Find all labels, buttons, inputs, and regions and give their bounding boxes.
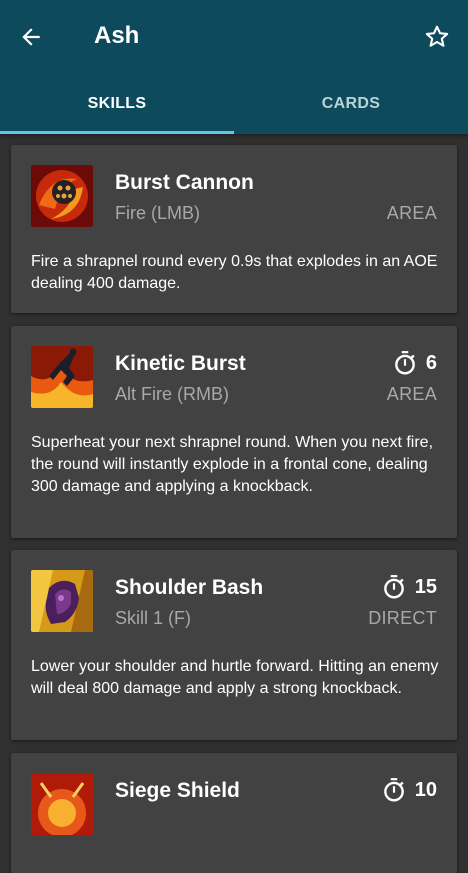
tab-skills[interactable]: SKILLS (0, 86, 234, 132)
skill-card-shoulder-bash[interactable]: Shoulder Bash 15 Skill 1 (F) DIRECT Lowe… (11, 550, 457, 740)
stopwatch-icon (395, 351, 415, 375)
app-bar: Ash SKILLS CARDS (0, 0, 468, 134)
back-button[interactable] (14, 20, 48, 54)
skill-keybind: Skill 1 (F) (115, 608, 191, 628)
cooldown-value: 15 (414, 575, 437, 598)
stopwatch-icon (383, 778, 404, 802)
skill-name: Shoulder Bash (115, 576, 264, 599)
skill-keybind: Fire (LMB) (115, 203, 200, 223)
skill-keybind: Alt Fire (RMB) (115, 384, 229, 404)
shoulder-bash-icon (31, 570, 93, 632)
cooldown: 10 (381, 777, 437, 803)
skill-name: Burst Cannon (115, 171, 254, 194)
favorite-button[interactable] (420, 20, 454, 54)
skill-card-burst-cannon[interactable]: Burst Cannon Fire (LMB) AREA Fire a shra… (11, 145, 457, 313)
star-outline-icon (425, 25, 449, 47)
cooldown: 15 (381, 574, 437, 600)
skill-name: Siege Shield (115, 779, 240, 802)
tab-cards[interactable]: CARDS (234, 86, 468, 132)
burst-cannon-icon (31, 165, 93, 227)
cooldown-value: 6 (425, 351, 437, 374)
siege-shield-icon (31, 773, 93, 835)
cooldown: 6 (392, 350, 437, 376)
skill-card-kinetic-burst[interactable]: Kinetic Burst 6 Alt Fire (RMB) AREA Supe… (11, 326, 457, 538)
skill-description: Lower your shoulder and hurtle forward. … (31, 658, 439, 697)
skill-description: Fire a shrapnel round every 0.9s that ex… (31, 253, 438, 292)
skill-description: Superheat your next shrapnel round. When… (31, 434, 434, 495)
skill-type: AREA (386, 384, 437, 404)
arrow-back-icon (22, 28, 40, 46)
stopwatch-icon (383, 575, 404, 599)
skill-card-siege-shield[interactable]: Siege Shield 10 (11, 753, 457, 873)
tab-indicator (0, 131, 234, 134)
skill-type: DIRECT (368, 608, 437, 628)
page-title: Ash (94, 22, 140, 49)
skill-type: AREA (386, 203, 437, 223)
skill-name: Kinetic Burst (115, 352, 246, 375)
kinetic-burst-icon (31, 346, 93, 408)
cooldown-value: 10 (414, 778, 437, 801)
